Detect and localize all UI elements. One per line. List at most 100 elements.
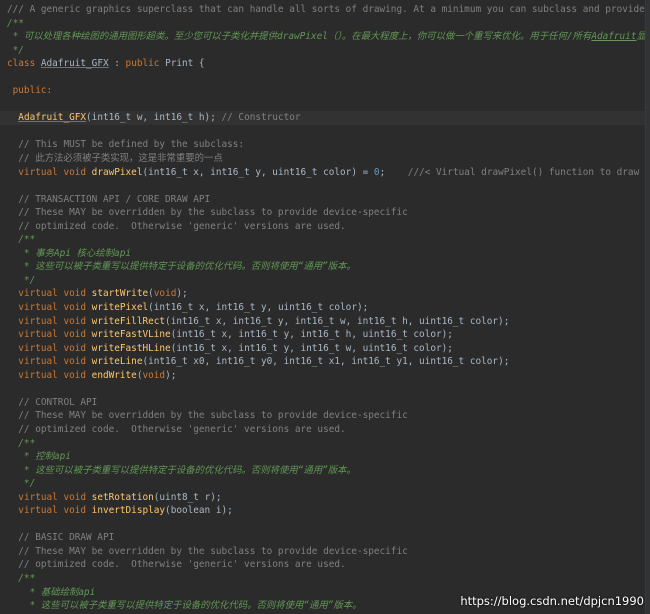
- code-token: setRotation: [91, 491, 154, 503]
- code-token: */: [7, 478, 36, 490]
- code-line[interactable]: virtual void setRotation(uint8_t r);: [0, 491, 650, 505]
- code-line[interactable]: */: [0, 477, 650, 491]
- code-token: // 此方法必须被子类实现，这是非常重要的一点: [7, 153, 223, 165]
- code-line[interactable]: virtual void writeLine(int16_t x0, int16…: [0, 355, 650, 369]
- code-token: // These MAY be overridden by the subcla…: [7, 410, 408, 422]
- code-token: writeFastHLine: [91, 342, 171, 354]
- watermark: https://blog.csdn.net/dpjcn1990: [460, 594, 644, 608]
- code-line[interactable]: [0, 125, 650, 139]
- code-token: * 可以处理各种绘图的通用图形超类。至少您可以子类化并提供drawPixel（）…: [7, 31, 592, 43]
- code-token: /// A generic graphics superclass that c…: [7, 4, 645, 15]
- code-line[interactable]: */: [0, 44, 650, 58]
- code-line[interactable]: /**: [0, 17, 650, 31]
- code-token: */: [7, 274, 36, 286]
- code-line[interactable]: // optimized code. Otherwise 'generic' v…: [0, 220, 650, 234]
- code-line[interactable]: virtual void endWrite(void);: [0, 369, 650, 383]
- code-line[interactable]: * 这些可以被子类重写以提供特定于设备的优化代码。否则将使用“通用”版本。: [0, 260, 650, 274]
- code-line[interactable]: Adafruit_GFX(int16_t w, int16_t h); // C…: [0, 111, 650, 125]
- code-token: virtual void: [18, 342, 92, 354]
- code-token: void: [142, 369, 166, 381]
- code-token: // BASIC DRAW API: [7, 532, 115, 544]
- code-line[interactable]: // optimized code. Otherwise 'generic' v…: [0, 423, 650, 437]
- code-line[interactable]: class Adafruit_GFX : public Print {: [0, 57, 650, 71]
- code-line[interactable]: virtual void writeFillRect(int16_t x, in…: [0, 315, 650, 329]
- code-area[interactable]: /// A generic graphics superclass that c…: [0, 3, 650, 613]
- code-line[interactable]: */: [0, 274, 650, 288]
- code-line[interactable]: * 控制api: [0, 450, 650, 464]
- code-token: // optimized code. Otherwise 'generic' v…: [7, 559, 346, 571]
- code-line[interactable]: // 此方法必须被子类实现，这是非常重要的一点: [0, 152, 650, 166]
- code-token: class: [7, 58, 41, 70]
- code-line[interactable]: virtual void invertDisplay(boolean i);: [0, 504, 650, 518]
- code-token: * 事务Api 核心绘制api: [7, 247, 131, 259]
- code-line[interactable]: virtual void writeFastVLine(int16_t x, i…: [0, 328, 650, 342]
- code-token: // optimized code. Otherwise 'generic' v…: [7, 220, 346, 232]
- code-line[interactable]: [0, 518, 650, 532]
- code-line[interactable]: /**: [0, 233, 650, 247]
- code-line[interactable]: [0, 71, 650, 85]
- code-token: /**: [7, 572, 36, 584]
- code-line[interactable]: virtual void writePixel(int16_t x, int16…: [0, 301, 650, 315]
- code-token: startWrite: [91, 288, 149, 300]
- code-token: * 这些可以被子类重写以提供特定于设备的优化代码。否则将使用“通用”版本。: [7, 464, 356, 476]
- code-token: endWrite: [91, 369, 137, 381]
- code-token: // CONTROL API: [7, 396, 98, 408]
- code-line[interactable]: * 事务Api 核心绘制api: [0, 247, 650, 261]
- code-token: writeFillRect: [91, 315, 166, 327]
- code-line[interactable]: // These MAY be overridden by the subcla…: [0, 206, 650, 220]
- code-line[interactable]: [0, 98, 650, 112]
- code-line[interactable]: virtual void drawPixel(int16_t x, int16_…: [0, 166, 650, 180]
- code-token: :: [108, 58, 126, 70]
- code-token: // Constructor: [221, 112, 301, 124]
- code-line[interactable]: [0, 382, 650, 396]
- code-token: virtual void: [18, 329, 92, 341]
- code-token: // This MUST be defined by the subclass:: [7, 139, 245, 151]
- code-line[interactable]: // CONTROL API: [0, 396, 650, 410]
- code-line[interactable]: // BASIC DRAW API: [0, 531, 650, 545]
- code-line[interactable]: // These MAY be overridden by the subcla…: [0, 409, 650, 423]
- code-token: (int16_t w, int16_t h);: [86, 112, 222, 124]
- code-token: public: [125, 58, 166, 70]
- code-line[interactable]: // TRANSACTION API / CORE DRAW API: [0, 193, 650, 207]
- code-line[interactable]: // These MAY be overridden by the subcla…: [0, 545, 650, 559]
- code-token: void: [153, 288, 177, 300]
- code-token: (int16_t x, int16_t y, int16_t w, int16_…: [165, 315, 510, 327]
- code-token: // optimized code. Otherwise 'generic' v…: [7, 423, 346, 435]
- code-line[interactable]: // optimized code. Otherwise 'generic' v…: [0, 558, 650, 572]
- code-token: ///< Virtual drawPixel() function to dra…: [407, 166, 650, 178]
- code-token: );: [176, 288, 188, 300]
- code-line[interactable]: virtual void writeFastHLine(int16_t x, i…: [0, 342, 650, 356]
- code-line[interactable]: /// A generic graphics superclass that c…: [0, 3, 650, 17]
- code-line[interactable]: /**: [0, 572, 650, 586]
- code-token: */: [7, 44, 24, 56]
- code-token: Print {: [165, 58, 205, 70]
- code-token: public:: [7, 85, 53, 97]
- editor-scrollbar[interactable]: [645, 0, 650, 614]
- code-token: writeLine: [91, 356, 143, 368]
- code-token: Adafruit_GFX: [40, 58, 109, 70]
- code-line[interactable]: // This MUST be defined by the subclass:: [0, 138, 650, 152]
- code-token: (int16_t x, int16_t y, uint16_t color) =: [142, 166, 374, 178]
- code-token: writePixel: [91, 302, 149, 314]
- code-line[interactable]: public:: [0, 84, 650, 98]
- code-line[interactable]: * 这些可以被子类重写以提供特定于设备的优化代码。否则将使用“通用”版本。: [0, 464, 650, 478]
- code-line[interactable]: virtual void startWrite(void);: [0, 287, 650, 301]
- code-editor[interactable]: /// A generic graphics superclass that c…: [0, 0, 650, 614]
- code-token: virtual void: [18, 302, 92, 314]
- code-token: ;: [379, 166, 408, 178]
- code-token: virtual void: [18, 315, 92, 327]
- code-line[interactable]: * 可以处理各种绘图的通用图形超类。至少您可以子类化并提供drawPixel（）…: [0, 30, 650, 44]
- code-line[interactable]: [0, 179, 650, 193]
- code-token: (int16_t x0, int16_t y0, int16_t x1, int…: [142, 356, 510, 368]
- code-token: // TRANSACTION API / CORE DRAW API: [7, 193, 211, 205]
- code-token: (int16_t x, int16_t y, uint16_t color);: [148, 302, 369, 314]
- code-token: drawPixel: [91, 166, 143, 178]
- code-line[interactable]: /**: [0, 437, 650, 451]
- code-token: writeFastVLine: [91, 329, 171, 341]
- code-token: * 基础绘制api: [7, 586, 96, 598]
